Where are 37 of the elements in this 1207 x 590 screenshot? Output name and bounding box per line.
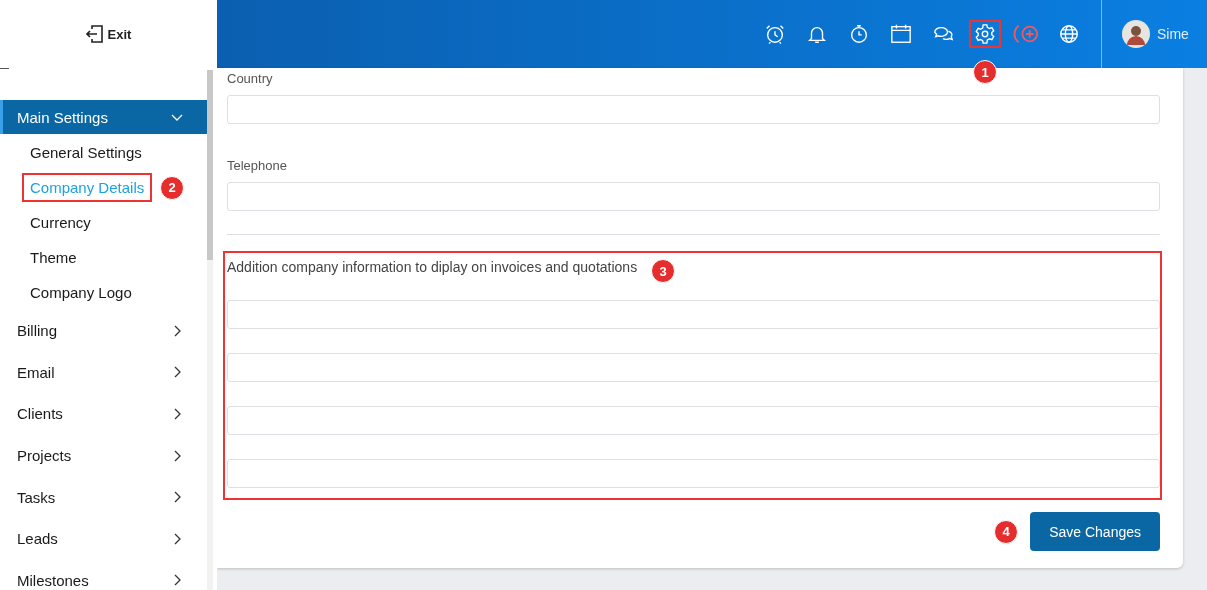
avatar (1122, 20, 1150, 48)
menu-item[interactable]: Projects (0, 434, 207, 477)
submenu-item[interactable]: General Settings (22, 138, 150, 167)
callout-badge: 1 (973, 60, 997, 84)
submenu-item[interactable]: Theme (22, 243, 85, 272)
menu-item[interactable]: Billing (0, 310, 207, 352)
menu-item[interactable]: Tasks (0, 476, 207, 518)
submenu-item[interactable]: Currency (22, 208, 99, 237)
menu-item[interactable]: Main Settings (0, 100, 207, 134)
input-field[interactable] (227, 182, 1160, 211)
callout-badge: 3 (651, 259, 676, 283)
section-label: Addition company information to diplay on invoices and quotations (227, 259, 638, 275)
input-field[interactable] (227, 406, 1160, 435)
menu-item[interactable]: Clients (0, 393, 207, 435)
callout-badge: 4 (994, 519, 1019, 544)
toolbar-button[interactable] (969, 20, 1001, 48)
user-name[interactable]: Sime (1157, 26, 1189, 42)
field-label: Telephone (227, 158, 287, 173)
stopwatch-icon (848, 23, 870, 45)
input-field[interactable] (227, 353, 1160, 382)
exit-icon (85, 24, 104, 44)
add-circle-icon (1013, 23, 1041, 45)
save-button[interactable]: Save Changes (1030, 512, 1160, 551)
submenu-item[interactable]: Company Logo (22, 278, 140, 307)
globe-icon (1058, 23, 1080, 45)
callout-badge: 2 (160, 175, 185, 200)
input-field[interactable] (227, 300, 1160, 329)
menu-item[interactable]: Email (0, 351, 207, 394)
exit-link[interactable]: Exit (107, 26, 132, 42)
input-field[interactable] (227, 95, 1160, 124)
input-field[interactable] (227, 459, 1160, 488)
settings-icon (974, 23, 996, 45)
menu-item[interactable]: Leads (0, 517, 207, 560)
field-label: Country (227, 71, 273, 86)
calendar-icon (890, 23, 912, 45)
menu-item[interactable]: Milestones (0, 559, 207, 590)
alarm-clock-icon (764, 23, 786, 45)
